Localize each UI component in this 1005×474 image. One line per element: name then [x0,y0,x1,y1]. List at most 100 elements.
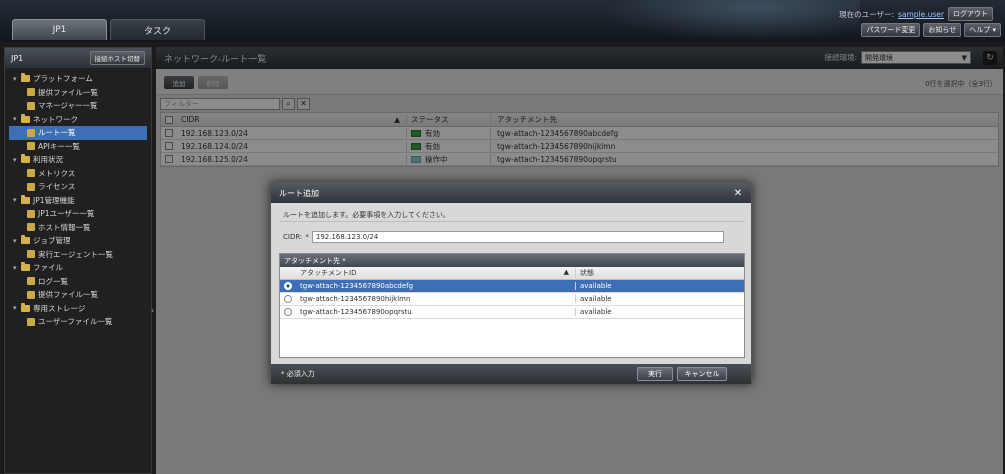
attachment-state-cell: available [580,282,612,290]
folder-icon [21,73,30,83]
nav-item[interactable]: ログ一覧 [9,275,147,289]
dialog-titlebar: ルート追加 ✕ [271,183,751,203]
column-state[interactable]: 状態 [576,268,594,278]
page-icon [27,169,35,178]
tab-jp1[interactable]: JP1 [12,19,107,40]
nav-item[interactable]: 提供ファイル一覧 [9,86,147,100]
notices-button[interactable]: お知らせ [923,23,962,37]
help-button[interactable]: ヘルプ ▾ [964,23,1001,37]
user-info: 現在のユーザー: sample.user ログアウト [839,7,993,21]
cidr-input[interactable]: 192.168.123.0/24 [311,231,724,243]
nav-header: JP1 接続ホスト切替 [5,48,151,68]
page-icon [27,223,35,232]
attachment-section-title: アタッチメント先 * [280,254,744,267]
password-change-button[interactable]: パスワード変更 [861,23,921,37]
required-mark: * [305,233,309,241]
expand-toggle-icon[interactable]: ▾ [13,196,21,204]
attachment-id-cell: tgw-attach-1234567890hijklmn [296,295,576,303]
nav-item-label: 利用状況 [33,155,63,165]
nav-item[interactable]: ▾ プラットフォーム [9,72,147,86]
attachment-id-cell: tgw-attach-1234567890abcdefg [296,282,576,290]
nav-item-label: プラットフォーム [33,74,93,84]
nav-item-label: 提供ファイル一覧 [38,87,98,97]
nav-item[interactable]: ▾ ファイル [9,261,147,275]
expand-toggle-icon[interactable]: ▾ [13,264,21,272]
page-icon [27,277,35,286]
nav-item-label: JP1ユーザー一覧 [38,209,95,219]
nav-item-label: ライセンス [38,182,76,192]
nav-item-label: APIキー一覧 [38,141,80,151]
page-icon [27,182,35,191]
expand-toggle-icon[interactable]: ▾ [13,304,21,312]
nav-item[interactable]: ルート一覧 [9,126,147,140]
user-name-link[interactable]: sample.user [898,10,944,19]
nav-item[interactable]: 実行エージェント一覧 [9,248,147,262]
cancel-button[interactable]: キャンセル [677,367,727,381]
dialog-footer: * 必須入力 実行 キャンセル [271,364,751,384]
page-icon [27,101,35,110]
cidr-row: CIDR: * 192.168.123.0/24 [283,231,724,243]
attachment-radio[interactable] [284,282,292,290]
attachment-radio[interactable] [284,308,292,316]
folder-icon [21,262,30,272]
attachment-id-cell: tgw-attach-1234567890opqrstu [296,308,576,316]
nav-item-label: マネージャー一覧 [38,101,98,111]
nav-item[interactable]: ▾ ジョブ管理 [9,234,147,248]
attachment-row[interactable]: tgw-attach-1234567890abcdefg available [280,280,744,293]
attachment-state-cell: available [580,308,612,316]
nav-item-label: ルート一覧 [38,128,76,138]
execute-button[interactable]: 実行 [637,367,673,381]
attachment-row[interactable]: tgw-attach-1234567890opqrstu available [280,306,744,319]
expand-toggle-icon[interactable]: ▾ [13,237,21,245]
nav-item[interactable]: メトリクス [9,167,147,181]
tab-task[interactable]: タスク [110,19,205,40]
nav-item-label: 実行エージェント一覧 [38,249,113,259]
attachment-radio[interactable] [284,295,292,303]
nav-item[interactable]: APIキー一覧 [9,140,147,154]
dialog-message: ルートを追加します。必要事項を入力してください。 [283,211,450,219]
nav-item[interactable]: ホスト情報一覧 [9,221,147,235]
expand-toggle-icon[interactable]: ▾ [13,115,21,123]
page-icon [27,142,35,151]
nav-item-label: 専用ストレージ [33,303,86,313]
nav-item[interactable]: JP1ユーザー一覧 [9,207,147,221]
nav-item[interactable]: ▾ 専用ストレージ [9,302,147,316]
nav-item[interactable]: ▾ ネットワーク [9,113,147,127]
top-bar: JP1 タスク 現在のユーザー: sample.user ログアウト パスワード… [0,0,1005,42]
page-icon [27,128,35,137]
nav-item-label: ジョブ管理 [33,236,71,246]
nav-item[interactable]: マネージャー一覧 [9,99,147,113]
navigation-panel: JP1 接続ホスト切替 ▾ プラットフォーム提供ファイル一覧 マネージャー一覧 ▾ ネッ… [4,47,154,474]
page-icon [27,88,35,97]
nav-item-label: ユーザーファイル一覧 [38,317,113,327]
nav-item-label: メトリクス [38,168,76,178]
page-icon [27,250,35,259]
nav-item[interactable]: ▾ JP1管理機能 [9,194,147,208]
nav-item[interactable]: ▾ 利用状況 [9,153,147,167]
collapse-panel-icon[interactable]: ‹ [151,306,154,315]
current-user-label: 現在のユーザー: [839,9,894,19]
attachment-row[interactable]: tgw-attach-1234567890hijklmn available [280,293,744,306]
page-icon [27,290,35,299]
logout-button[interactable]: ログアウト [948,7,993,21]
cidr-label: CIDR: [283,233,303,241]
nav-item-label: JP1管理機能 [33,195,75,205]
switch-host-button[interactable]: 接続ホスト切替 [89,51,145,65]
nav-tree: ▾ プラットフォーム提供ファイル一覧 マネージャー一覧 ▾ ネットワーク ルート一覧 API… [5,68,151,329]
nav-item-label: ホスト情報一覧 [38,222,91,232]
page-icon [27,209,35,218]
nav-item-label: ログ一覧 [38,276,68,286]
nav-item-label: 提供ファイル一覧 [38,290,98,300]
expand-toggle-icon[interactable]: ▾ [13,156,21,164]
close-icon[interactable]: ✕ [731,186,745,200]
column-attachment-id[interactable]: アタッチメントID ▲ [296,268,576,278]
header-glow [600,0,860,42]
dialog-title: ルート追加 [279,188,319,198]
nav-item[interactable]: ライセンス [9,180,147,194]
attachment-section: アタッチメント先 * アタッチメントID ▲ 状態 tgw-attach-1234… [279,253,745,358]
divider [279,221,745,222]
nav-item[interactable]: 提供ファイル一覧 [9,288,147,302]
expand-toggle-icon[interactable]: ▾ [13,75,21,83]
attachment-table-header: アタッチメントID ▲ 状態 [280,267,744,280]
nav-item[interactable]: ユーザーファイル一覧 [9,315,147,329]
